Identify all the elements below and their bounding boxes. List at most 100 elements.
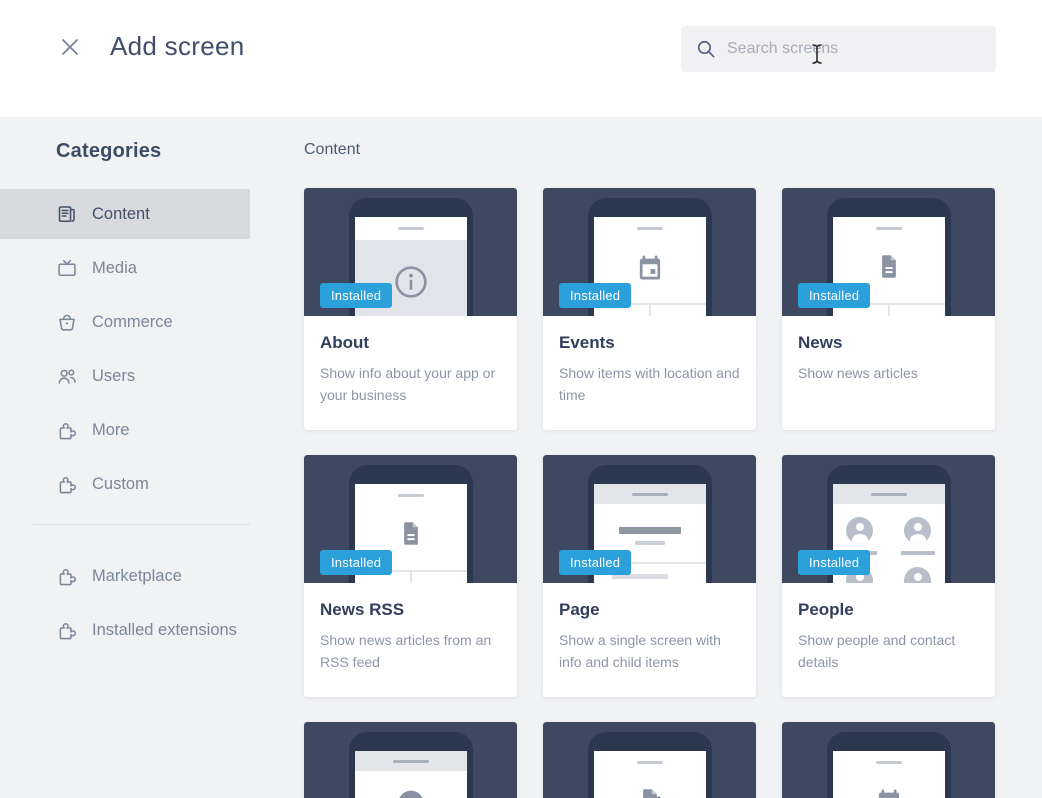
card-description: Show news articles from an RSS feed xyxy=(320,632,492,670)
card-illustration: Installed xyxy=(782,455,995,583)
screen-card-partial[interactable] xyxy=(543,722,756,798)
phone-screen xyxy=(593,751,706,798)
sidebar-divider xyxy=(33,524,250,525)
card-body: News Show news articles xyxy=(782,316,995,384)
card-body: People Show people and contact details xyxy=(782,583,995,673)
tv-icon xyxy=(56,257,78,279)
card-title: About xyxy=(320,333,370,352)
screen-card-news[interactable]: Installed News Show news articles xyxy=(782,188,995,430)
phone-statusbar xyxy=(397,494,424,497)
phone-statusbar xyxy=(636,761,663,764)
wireframe-line xyxy=(648,305,651,316)
card-illustration: Installed xyxy=(304,455,517,583)
card-illustration: Installed xyxy=(543,455,756,583)
category-list: Content Media Commerce Users More Custom xyxy=(0,189,250,509)
puzzle-icon xyxy=(56,619,78,641)
sidebar-item-installed-extensions[interactable]: Installed extensions xyxy=(0,605,250,655)
add-screen-dialog: Add screen Categories Content Media Commer… xyxy=(0,0,1042,798)
avatar-icon xyxy=(904,517,931,544)
card-description: Show news articles xyxy=(798,365,918,381)
card-illustration: Installed xyxy=(782,188,995,316)
card-body: Page Show a single screen with info and c… xyxy=(543,583,756,673)
document-icon xyxy=(403,522,418,545)
screen-card-events[interactable]: Installed Events Show items with location … xyxy=(543,188,756,430)
installed-badge: Installed xyxy=(559,283,632,308)
avatar-icon xyxy=(904,567,931,583)
screen-card-page[interactable]: Installed Page Show a single screen with i… xyxy=(543,455,756,697)
search-input[interactable] xyxy=(681,26,996,72)
installed-badge: Installed xyxy=(320,550,393,575)
card-description: Show people and contact details xyxy=(798,632,956,670)
wireframe-line xyxy=(887,305,890,316)
sidebar-item-label: Custom xyxy=(92,474,149,493)
users-icon xyxy=(56,365,78,387)
document-icon xyxy=(642,789,661,798)
installed-badge: Installed xyxy=(798,283,871,308)
contact-icon xyxy=(398,790,423,798)
card-title: People xyxy=(798,600,854,619)
phone-screen xyxy=(832,751,945,798)
card-body: Events Show items with location and time xyxy=(543,316,756,406)
sidebar-item-marketplace[interactable]: Marketplace xyxy=(0,551,250,601)
sidebar-item-label: Content xyxy=(92,204,150,223)
installed-badge: Installed xyxy=(320,283,393,308)
card-illustration: Installed xyxy=(543,188,756,316)
card-illustration xyxy=(782,722,995,798)
dialog-content: Categories Content Media Commerce Users More… xyxy=(0,117,1042,798)
phone-mockup xyxy=(587,732,712,798)
screen-card-partial[interactable] xyxy=(304,722,517,798)
phone-screen xyxy=(354,751,467,798)
section-label: Content xyxy=(304,141,361,158)
sidebar-item-media[interactable]: Media xyxy=(0,243,250,293)
sidebar-item-commerce[interactable]: Commerce xyxy=(0,297,250,347)
sidebar-item-label: Media xyxy=(92,258,137,277)
sidebar-item-users[interactable]: Users xyxy=(0,351,250,401)
phone-statusbar xyxy=(636,227,663,230)
calendar-icon xyxy=(639,255,660,280)
card-title: Page xyxy=(559,600,600,619)
card-description: Show a single screen with info and child… xyxy=(559,632,721,670)
installed-badge: Installed xyxy=(559,550,632,575)
phone-appbar xyxy=(354,751,467,771)
sidebar-item-more[interactable]: More xyxy=(0,405,250,455)
phone-mockup xyxy=(826,732,951,798)
phone-appbar xyxy=(832,484,945,504)
screen-card-people[interactable]: Installed People Show people and contact d… xyxy=(782,455,995,697)
basket-icon xyxy=(56,311,78,333)
screen-card-partial[interactable] xyxy=(782,722,995,798)
sidebar-item-label: More xyxy=(92,420,130,439)
wireframe-heading xyxy=(618,527,681,534)
screen-card-grid: Installed About Show info about your app o… xyxy=(304,188,995,798)
card-title: News xyxy=(798,333,843,352)
card-description: Show info about your app or your busines… xyxy=(320,365,496,403)
card-body: About Show info about your app or your bu… xyxy=(304,316,517,406)
categories-sidebar: Categories Content Media Commerce Users More… xyxy=(0,117,250,798)
phone-mockup xyxy=(348,732,473,798)
screen-card-about[interactable]: Installed About Show info about your app o… xyxy=(304,188,517,430)
wireframe-subheading xyxy=(634,541,665,545)
info-icon xyxy=(394,266,427,298)
phone-statusbar xyxy=(875,761,902,764)
calendar-icon xyxy=(878,789,899,798)
card-illustration xyxy=(304,722,517,798)
dialog-header: Add screen xyxy=(0,0,1042,117)
page-title: Add screen xyxy=(110,31,245,61)
sidebar-item-label: Commerce xyxy=(92,312,173,331)
sidebar-item-label: Users xyxy=(92,366,136,385)
card-title: News RSS xyxy=(320,600,405,619)
sidebar-heading: Categories xyxy=(56,140,162,162)
close-button[interactable] xyxy=(54,32,86,64)
phone-statusbar xyxy=(397,227,424,230)
phone-appbar xyxy=(593,484,706,504)
avatar-icon xyxy=(846,517,873,544)
sidebar-item-content[interactable]: Content xyxy=(0,189,250,239)
puzzle-icon xyxy=(56,565,78,587)
card-title: Events xyxy=(559,333,615,352)
sidebar-item-label: Marketplace xyxy=(92,566,182,585)
search-box xyxy=(681,26,996,72)
sidebar-item-custom[interactable]: Custom xyxy=(0,459,250,509)
close-icon xyxy=(62,38,78,55)
sidebar-item-label: Installed extensions xyxy=(92,620,237,639)
document-icon xyxy=(881,255,896,278)
screen-card-news-rss[interactable]: Installed News RSS Show news articles from… xyxy=(304,455,517,697)
